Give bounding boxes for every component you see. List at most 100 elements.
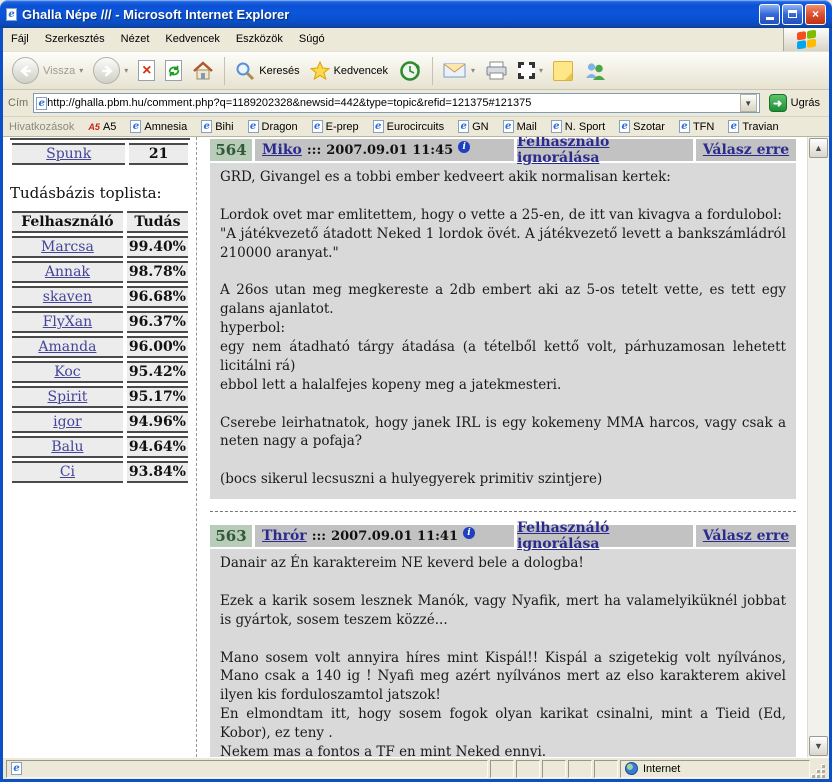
knowledge-value: 94.64%: [127, 436, 188, 458]
ie-page-icon: [619, 120, 630, 133]
address-dropdown-button[interactable]: ▼: [740, 94, 757, 112]
user-link[interactable]: Annak: [45, 264, 90, 280]
ie-page-icon: [201, 120, 212, 133]
forward-button[interactable]: ▾: [90, 55, 131, 86]
user-link[interactable]: Marcsa: [41, 239, 94, 255]
stop-button[interactable]: ×: [135, 58, 158, 83]
back-dropdown-icon[interactable]: ▾: [79, 66, 83, 75]
link-item-szotar[interactable]: Szotar: [613, 120, 671, 133]
spunk-table: Spunk 21: [8, 140, 192, 168]
link-item-travian[interactable]: Travian: [722, 120, 784, 133]
forward-dropdown-icon[interactable]: ▾: [124, 66, 128, 75]
ignore-user-cell: Felhasználó ignorálása: [517, 525, 693, 547]
reply-link[interactable]: Válasz erre: [703, 142, 789, 158]
knowledge-value: 95.17%: [127, 386, 188, 408]
author-link[interactable]: Thrór: [262, 528, 307, 544]
ie-page-icon: [248, 120, 259, 133]
user-link[interactable]: Koc: [54, 364, 80, 380]
reply-link[interactable]: Válasz erre: [703, 528, 789, 544]
post-number: 563: [210, 525, 252, 547]
ignore-user-link[interactable]: Felhasználó ignorálása: [517, 520, 693, 552]
menu-file[interactable]: Fájl: [3, 28, 37, 51]
link-item-tfn[interactable]: TFN: [673, 120, 720, 133]
table-row: Spirit 95.17%: [12, 386, 188, 408]
scroll-up-button[interactable]: ▲: [809, 138, 828, 158]
address-label: Cím: [8, 97, 28, 109]
search-icon: [235, 61, 255, 81]
table-row: FlyXan96.37%: [12, 311, 188, 333]
author-link[interactable]: Miko: [262, 142, 302, 158]
address-field[interactable]: ▼: [33, 93, 759, 113]
status-panel: [516, 760, 540, 778]
link-item-gn[interactable]: GN: [452, 120, 495, 133]
sidebar-user-link[interactable]: Spunk: [46, 146, 91, 162]
history-button[interactable]: [395, 57, 425, 85]
post-separator: [210, 511, 796, 512]
home-button[interactable]: [189, 58, 217, 84]
user-link[interactable]: Spirit: [48, 389, 88, 405]
table-row: Koc95.42%: [12, 361, 188, 383]
notes-button[interactable]: [550, 59, 576, 83]
ie-page-icon: [312, 120, 323, 133]
menu-help[interactable]: Súgó: [291, 28, 333, 51]
menu-edit[interactable]: Szerkesztés: [37, 28, 113, 51]
reply-cell: Válasz erre: [696, 139, 796, 161]
link-item-a5[interactable]: A5: [82, 121, 122, 133]
user-link[interactable]: igor: [53, 414, 82, 430]
user-link[interactable]: FlyXan: [43, 314, 92, 330]
link-item-nsport[interactable]: N. Sport: [545, 120, 611, 133]
edit-button[interactable]: ▾: [515, 60, 546, 81]
link-item-amnesia[interactable]: Amnesia: [124, 120, 193, 133]
knowledge-value: 94.96%: [127, 411, 188, 433]
table-row: Balu 94.64%: [12, 436, 188, 458]
ie-page-icon: [679, 120, 690, 133]
print-icon: [485, 61, 508, 80]
menu-favorites[interactable]: Kedvencek: [157, 28, 227, 51]
user-link[interactable]: Amanda: [38, 339, 96, 355]
back-button[interactable]: Vissza ▾: [9, 55, 86, 86]
minimize-icon: [766, 17, 774, 20]
search-button[interactable]: Keresés: [232, 59, 302, 83]
edit-dropdown-icon[interactable]: ▾: [539, 66, 543, 75]
messenger-button[interactable]: [580, 59, 610, 83]
link-item-dragon[interactable]: Dragon: [242, 120, 304, 133]
ie-page-icon: [130, 120, 141, 133]
knowledge-value: 96.68%: [127, 286, 188, 308]
menu-tools[interactable]: Eszközök: [228, 28, 291, 51]
ie-page-icon: [458, 120, 469, 133]
refresh-button[interactable]: [162, 58, 185, 83]
post-datetime: 2007.09.01 11:45: [326, 143, 453, 158]
scroll-down-button[interactable]: ▼: [809, 736, 828, 756]
link-item-mail[interactable]: Mail: [497, 120, 543, 133]
info-icon[interactable]: [463, 527, 475, 539]
windows-logo: [783, 28, 829, 51]
link-item-bihi[interactable]: Bihi: [195, 120, 239, 133]
close-button[interactable]: ×: [805, 4, 826, 25]
go-button[interactable]: ➜ Ugrás: [765, 94, 824, 112]
minimize-button[interactable]: [759, 4, 780, 25]
vertical-scrollbar[interactable]: ▲ ▼: [807, 137, 829, 757]
user-link[interactable]: Balu: [51, 439, 83, 455]
link-item-eprep[interactable]: E-prep: [306, 120, 365, 133]
resize-grip[interactable]: [812, 765, 826, 779]
menu-view[interactable]: Nézet: [113, 28, 158, 51]
print-button[interactable]: [482, 59, 511, 82]
user-link[interactable]: Ci: [60, 464, 75, 480]
status-zone-panel: Internet: [620, 760, 810, 778]
info-icon[interactable]: [458, 141, 470, 153]
windows-flag-icon: [797, 29, 817, 50]
knowledge-value: 98.78%: [127, 261, 188, 283]
ignore-user-link[interactable]: Felhasználó ignorálása: [517, 137, 693, 166]
ie-page-icon: [36, 97, 47, 110]
internet-globe-icon: [625, 762, 638, 775]
mail-dropdown-icon[interactable]: ▾: [471, 66, 475, 75]
maximize-button[interactable]: [782, 4, 803, 25]
user-link[interactable]: skaven: [43, 289, 92, 305]
favorites-button[interactable]: Kedvencek: [307, 59, 391, 83]
mail-button[interactable]: ▾: [440, 60, 478, 81]
title-bar[interactable]: Ghalla Népe /// - Microsoft Internet Exp…: [0, 0, 832, 28]
menu-bar: Fájl Szerkesztés Nézet Kedvencek Eszközö…: [3, 28, 829, 52]
address-input[interactable]: [47, 95, 739, 111]
link-item-eurocircuits[interactable]: Eurocircuits: [367, 120, 450, 133]
link-item-label: Bihi: [215, 121, 233, 133]
